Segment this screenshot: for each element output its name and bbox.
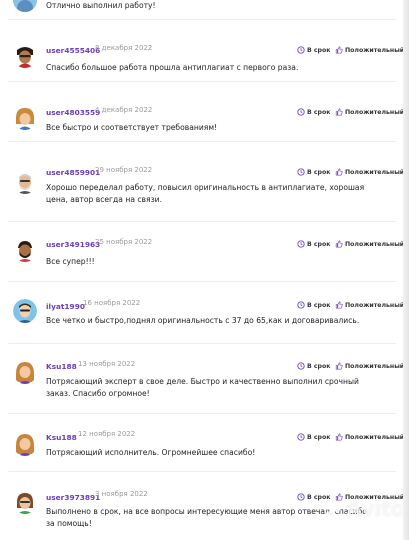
ontime-label: В срок bbox=[307, 168, 331, 176]
ontime-badge: В срок bbox=[297, 108, 330, 116]
scroll-edge bbox=[403, 0, 409, 540]
review-text: Потрясающий исполнитель. Огромнейшее спа… bbox=[46, 448, 256, 457]
clock-icon bbox=[297, 362, 305, 370]
username-link[interactable]: user4555406 bbox=[46, 46, 100, 55]
positive-label: Положительный bbox=[345, 240, 405, 248]
ontime-label: В срок bbox=[307, 362, 331, 370]
review-text: Спасибо большое работа прошла антиплагиа… bbox=[46, 63, 299, 72]
ontime-label: В срок bbox=[307, 108, 331, 116]
review-text: Отлично выполнил работу! bbox=[46, 1, 156, 10]
thumbs-up-icon bbox=[335, 301, 343, 309]
username-link[interactable]: user4803559 bbox=[46, 108, 100, 117]
avatar[interactable] bbox=[13, 44, 37, 68]
ontime-badge: В срок bbox=[297, 301, 330, 309]
review-date: 13 ноября 2022 bbox=[78, 360, 136, 368]
review-date: 4 декабря 2022 bbox=[95, 106, 153, 114]
review-text: Все супер!!! bbox=[46, 257, 95, 266]
clock-icon bbox=[297, 108, 305, 116]
review-item: ilyat1990 16 ноября 2022 В срок Положите… bbox=[0, 282, 404, 344]
ontime-badge: В срок bbox=[297, 168, 330, 176]
review-text: Все быстро и соответствует требованиям! bbox=[46, 123, 218, 132]
thumbs-up-icon bbox=[335, 493, 343, 501]
review-date: 12 ноября 2022 bbox=[78, 430, 136, 438]
clock-icon bbox=[297, 168, 305, 176]
review-date: 29 ноября 2022 bbox=[95, 166, 153, 174]
review-item: Отлично выполнил работу! bbox=[0, 0, 400, 20]
positive-badge: Положительный bbox=[335, 108, 404, 116]
positive-label: Положительный bbox=[345, 46, 405, 54]
review-text: Потрясающий эксперт в свое деле. Быстро … bbox=[46, 377, 359, 398]
ontime-badge: В срок bbox=[297, 46, 330, 54]
positive-label: Положительный bbox=[345, 433, 405, 441]
ontime-badge: В срок bbox=[297, 240, 330, 248]
avatar[interactable] bbox=[13, 360, 37, 384]
review-date: 16 ноября 2022 bbox=[83, 299, 141, 307]
clock-icon bbox=[297, 433, 305, 441]
positive-badge: Положительный bbox=[335, 362, 404, 370]
avatar[interactable] bbox=[13, 299, 37, 323]
thumbs-up-icon bbox=[335, 108, 343, 116]
avito-watermark: Avito bbox=[346, 497, 405, 521]
ontime-badge: В срок bbox=[297, 433, 330, 441]
username-link[interactable]: user3491963 bbox=[46, 240, 100, 249]
clock-icon bbox=[297, 301, 305, 309]
review-item: Ksu188 12 ноября 2022 В срок Положительн… bbox=[0, 414, 404, 472]
positive-badge: Положительный bbox=[335, 301, 404, 309]
review-date: 3 ноября 2022 bbox=[95, 490, 148, 498]
positive-badge: Положительный bbox=[335, 240, 404, 248]
positive-badge: Положительный bbox=[335, 46, 404, 54]
review-text: Все четко и быстро,поднял оригинальность… bbox=[46, 316, 360, 325]
ontime-badge: В срок bbox=[297, 493, 330, 501]
avatar[interactable] bbox=[13, 238, 37, 262]
username-link[interactable]: Ksu188 bbox=[46, 362, 77, 371]
ontime-label: В срок bbox=[307, 301, 331, 309]
clock-icon bbox=[297, 46, 305, 54]
avatar[interactable] bbox=[13, 432, 37, 456]
ontime-label: В срок bbox=[307, 46, 331, 54]
username-link[interactable]: user3973891 bbox=[46, 493, 100, 502]
review-text: Хорошо переделал работу, повысил оригина… bbox=[46, 183, 365, 204]
positive-label: Положительный bbox=[345, 168, 405, 176]
clock-icon bbox=[297, 493, 305, 501]
review-item: user4859901 29 ноября 2022 В срок Положи… bbox=[0, 142, 404, 222]
avito-logo-icon bbox=[324, 504, 341, 521]
positive-label: Положительный bbox=[345, 362, 405, 370]
thumbs-up-icon bbox=[335, 240, 343, 248]
username-link[interactable]: ilyat1990 bbox=[46, 302, 85, 311]
avatar[interactable] bbox=[13, 0, 37, 12]
clock-icon bbox=[297, 240, 305, 248]
username-link[interactable]: Ksu188 bbox=[46, 433, 77, 442]
thumbs-up-icon bbox=[335, 168, 343, 176]
review-item: user4803559 4 декабря 2022 В срок Положи… bbox=[0, 82, 404, 142]
ontime-label: В срок bbox=[307, 493, 331, 501]
avatar[interactable] bbox=[13, 106, 37, 130]
review-date: 8 декабря 2022 bbox=[95, 44, 153, 52]
thumbs-up-icon bbox=[335, 362, 343, 370]
thumbs-up-icon bbox=[335, 46, 343, 54]
avatar[interactable] bbox=[13, 490, 37, 514]
avatar[interactable] bbox=[13, 170, 37, 194]
thumbs-up-icon bbox=[335, 433, 343, 441]
ontime-label: В срок bbox=[307, 433, 331, 441]
username-link[interactable]: user4859901 bbox=[46, 168, 100, 177]
positive-badge: Положительный bbox=[335, 168, 404, 176]
reviews-list: Отлично выполнил работу! user4555406 8 д… bbox=[0, 0, 409, 540]
review-item: Ksu188 13 ноября 2022 В срок Положительн… bbox=[0, 344, 404, 414]
ontime-badge: В срок bbox=[297, 362, 330, 370]
review-item: user4555406 8 декабря 2022 В срок Положи… bbox=[0, 20, 404, 82]
ontime-label: В срок bbox=[307, 240, 331, 248]
positive-badge: Положительный bbox=[335, 433, 404, 441]
review-date: 25 ноября 2022 bbox=[95, 238, 153, 246]
positive-label: Положительный bbox=[345, 108, 405, 116]
positive-label: Положительный bbox=[345, 301, 405, 309]
review-item: user3491963 25 ноября 2022 В срок Положи… bbox=[0, 222, 404, 282]
